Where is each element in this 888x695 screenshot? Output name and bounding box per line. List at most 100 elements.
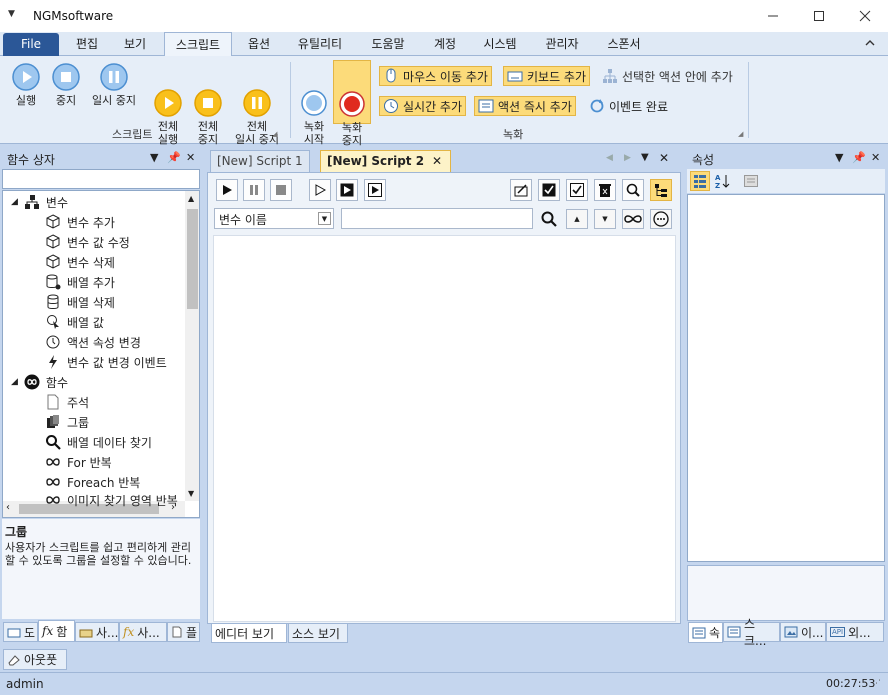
- tree-item-variable-change-event[interactable]: 변수 값 변경 이벤트: [45, 352, 167, 372]
- pin-icon[interactable]: 📌: [167, 151, 181, 164]
- variable-search-input[interactable]: [341, 208, 533, 229]
- tree-item-delete-variable[interactable]: 변수 삭제: [45, 252, 115, 272]
- tab-scroll-right-icon[interactable]: ▶: [624, 153, 631, 163]
- tree-item-foreach-loop[interactable]: Foreach 반복: [45, 472, 140, 492]
- collapse-icon[interactable]: ◢: [11, 197, 18, 207]
- stop-button[interactable]: 중지: [46, 62, 86, 107]
- editor-pause-button[interactable]: [243, 179, 265, 201]
- tree-item-delete-array[interactable]: 배열 삭제: [45, 292, 115, 312]
- panel-dropdown-icon[interactable]: ▼: [150, 151, 158, 164]
- tree-item-group[interactable]: 그룹: [45, 412, 89, 432]
- tab-admin[interactable]: 관리자: [534, 32, 590, 56]
- scroll-up-icon[interactable]: ▲: [188, 194, 194, 203]
- categorized-button[interactable]: [690, 171, 710, 191]
- left-tab-3[interactable]: 사...: [75, 622, 119, 642]
- move-down-button[interactable]: ▼: [594, 209, 616, 229]
- editor-edit-button[interactable]: [510, 179, 532, 201]
- collapse-icon[interactable]: ◢: [11, 377, 18, 387]
- tab-sponsor[interactable]: 스폰서: [596, 32, 652, 56]
- select-chevron-down-icon[interactable]: ▼: [318, 212, 331, 225]
- stop-all-button[interactable]: 전체 중지: [188, 62, 228, 146]
- properties-grid[interactable]: [687, 194, 885, 562]
- tree-item-functions[interactable]: ◢ 함수: [11, 372, 68, 392]
- tree-item-add-array[interactable]: 배열 추가: [45, 272, 115, 292]
- tab-view[interactable]: 보기: [112, 32, 158, 56]
- record-stop-button[interactable]: 녹화 중지: [333, 60, 371, 147]
- right-tab-script[interactable]: 스크...: [723, 617, 780, 648]
- tree-item-for-loop[interactable]: For 반복: [45, 452, 112, 472]
- editor-tree-view-button[interactable]: [650, 179, 672, 201]
- tree-item-find-array-data[interactable]: 배열 데이타 찾기: [45, 432, 152, 452]
- tab-list-dropdown-icon[interactable]: ▼: [641, 152, 649, 163]
- add-keyboard-button[interactable]: 키보드 추가: [503, 66, 591, 86]
- script-group-launcher-icon[interactable]: ◢: [272, 130, 277, 138]
- editor-run-selected-button[interactable]: [364, 179, 386, 201]
- tab-system[interactable]: 시스템: [472, 32, 528, 56]
- tree-item-array-value[interactable]: 배열 값: [45, 312, 104, 332]
- right-tab-properties[interactable]: 속: [688, 622, 723, 643]
- panel-close-icon[interactable]: ✕: [871, 151, 880, 164]
- add-action-now-button[interactable]: 액션 즉시 추가: [474, 96, 576, 116]
- tab-script-1[interactable]: [New] Script 1: [210, 150, 310, 172]
- tab-file[interactable]: File: [3, 33, 59, 56]
- left-tab-1[interactable]: 도: [3, 622, 38, 642]
- editor-search-button[interactable]: [622, 179, 644, 201]
- editor-run-from-button[interactable]: [336, 179, 358, 201]
- tab-edit[interactable]: 편집: [64, 32, 110, 56]
- event-complete-button[interactable]: 이벤트 완료: [586, 96, 671, 116]
- editor-close-icon[interactable]: ✕: [659, 151, 669, 165]
- tree-vscrollbar[interactable]: ▲ ▼: [185, 191, 199, 501]
- more-options-button[interactable]: [650, 209, 672, 229]
- add-mouse-move-button[interactable]: 마우스 이동 추가: [379, 66, 492, 86]
- add-in-selected-action-button[interactable]: 선택한 액션 안에 추가: [599, 66, 736, 86]
- editor-delete-button[interactable]: [594, 179, 616, 201]
- left-tab-5[interactable]: 플: [167, 622, 200, 642]
- tab-scroll-left-icon[interactable]: ◀: [606, 153, 613, 163]
- scroll-down-icon[interactable]: ▼: [188, 489, 194, 498]
- tab-editor-view[interactable]: 에디터 보기: [211, 623, 287, 643]
- collapse-ribbon-icon[interactable]: [864, 37, 876, 49]
- tab-account[interactable]: 계정: [422, 32, 468, 56]
- left-tab-4[interactable]: fx 사...: [119, 622, 167, 642]
- panel-dropdown-icon[interactable]: ▼: [835, 151, 843, 164]
- tab-script[interactable]: 스크립트: [164, 32, 232, 57]
- property-pages-button[interactable]: [741, 171, 761, 191]
- close-button[interactable]: [842, 0, 888, 32]
- tree-item-change-action-property[interactable]: 액션 속성 변경: [45, 332, 141, 352]
- minimize-button[interactable]: [750, 0, 796, 32]
- tree-item-add-variable[interactable]: 변수 추가: [45, 212, 115, 232]
- run-all-button[interactable]: 전체 실행: [148, 62, 188, 146]
- pause-button[interactable]: 일시 중지: [86, 62, 142, 107]
- loop-button[interactable]: [622, 209, 644, 229]
- tab-script-2[interactable]: [New] Script 2 ✕: [320, 150, 452, 172]
- variable-name-select[interactable]: 변수 이름 ▼: [214, 208, 334, 229]
- script-editor-area[interactable]: [213, 235, 676, 622]
- window-menu-icon[interactable]: ▼: [8, 9, 15, 19]
- output-tab[interactable]: 아웃풋: [3, 649, 67, 670]
- tree-item-edit-variable[interactable]: 변수 값 수정: [45, 232, 130, 252]
- record-start-button[interactable]: 녹화 시작: [296, 62, 332, 146]
- record-group-launcher-icon[interactable]: ◢: [738, 130, 743, 138]
- pin-icon[interactable]: 📌: [852, 151, 866, 164]
- tab-utility[interactable]: 유틸리티: [286, 32, 354, 56]
- left-tab-2[interactable]: fx 함: [38, 620, 75, 642]
- right-tab-image[interactable]: 이...: [780, 622, 826, 642]
- sort-az-button[interactable]: AZ: [713, 171, 733, 191]
- editor-check-button[interactable]: [566, 179, 588, 201]
- tab-source-view[interactable]: 소스 보기: [288, 623, 348, 643]
- move-up-button[interactable]: ▲: [566, 209, 588, 229]
- maximize-button[interactable]: [796, 0, 842, 32]
- tree-item-variables[interactable]: ◢ 변수: [11, 192, 68, 212]
- editor-step-button[interactable]: [309, 179, 331, 201]
- editor-stop-button[interactable]: [270, 179, 292, 201]
- tab-options[interactable]: 옵션: [236, 32, 282, 56]
- tree-item-comment[interactable]: 주석: [45, 392, 89, 412]
- variable-search-button[interactable]: [538, 208, 560, 230]
- tab-help[interactable]: 도움말: [360, 32, 416, 56]
- editor-check-all-button[interactable]: [538, 179, 560, 201]
- editor-run-button[interactable]: [216, 179, 238, 201]
- scroll-left-icon[interactable]: ‹: [6, 502, 10, 513]
- tree-vscroll-thumb[interactable]: [187, 209, 198, 309]
- function-search-input[interactable]: [2, 169, 200, 189]
- add-realtime-button[interactable]: 실시간 추가: [379, 96, 467, 116]
